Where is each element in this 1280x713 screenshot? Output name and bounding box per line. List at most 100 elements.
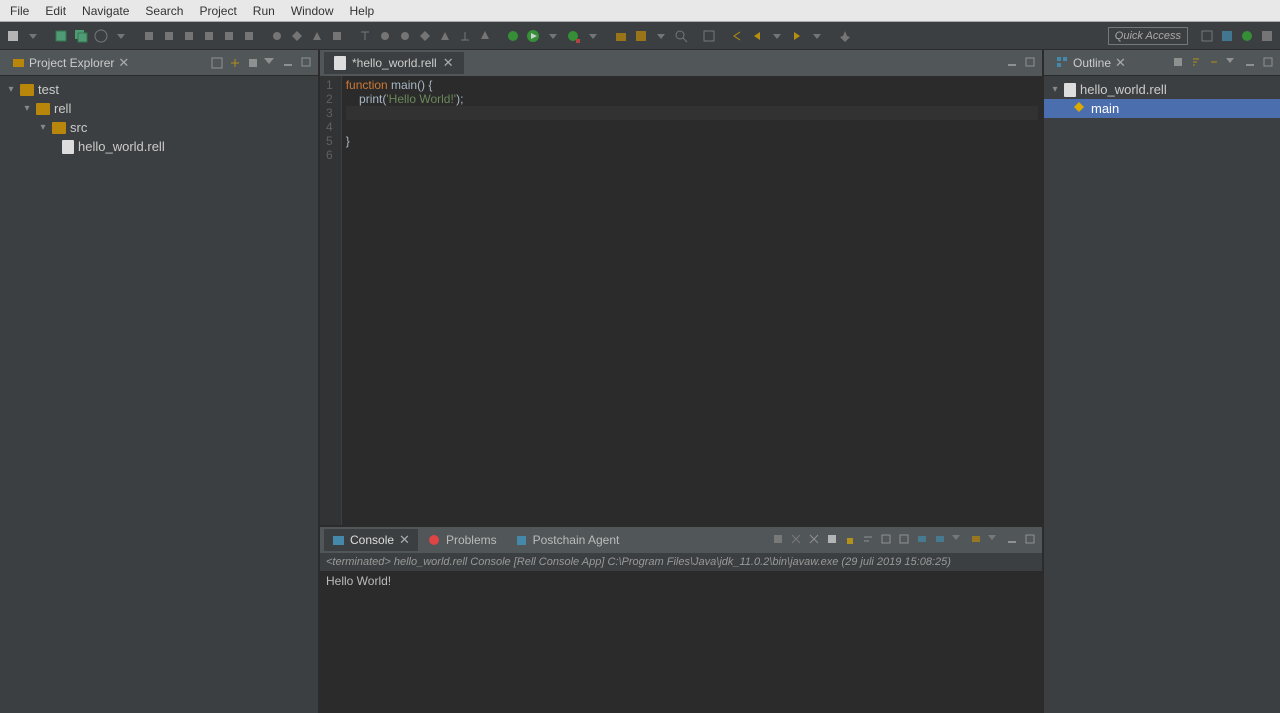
menu-search[interactable]: Search — [139, 2, 189, 20]
dropdown-icon[interactable] — [652, 27, 670, 45]
search-icon[interactable] — [672, 27, 690, 45]
view-menu-icon[interactable] — [1226, 56, 1240, 70]
outline-item-symbol[interactable]: main — [1044, 99, 1280, 118]
new-folder-icon[interactable] — [612, 27, 630, 45]
suspend-icon[interactable] — [200, 27, 218, 45]
terminate-icon[interactable] — [772, 533, 786, 547]
perspective-resource-icon[interactable] — [1258, 27, 1276, 45]
menu-window[interactable]: Window — [285, 2, 340, 20]
outline-item-file[interactable]: ▾ hello_world.rell — [1044, 80, 1280, 99]
terminate-icon[interactable] — [220, 27, 238, 45]
toggle-breakpoint-icon[interactable] — [140, 27, 158, 45]
editor-tab[interactable]: *hello_world.rell ✕ — [324, 52, 464, 74]
menu-project[interactable]: Project — [193, 2, 242, 20]
quick-access-input[interactable]: Quick Access — [1108, 27, 1188, 45]
dropdown-icon[interactable] — [988, 533, 1002, 547]
expand-icon[interactable]: ▾ — [6, 84, 16, 95]
tab-problems[interactable]: Problems — [420, 530, 505, 550]
word-wrap-icon[interactable] — [862, 533, 876, 547]
back-icon[interactable] — [748, 27, 766, 45]
menu-edit[interactable]: Edit — [39, 2, 72, 20]
close-icon[interactable]: ✕ — [1115, 55, 1126, 71]
link-editor-icon[interactable] — [228, 56, 242, 70]
show-console-icon[interactable] — [898, 533, 912, 547]
circle-icon[interactable] — [396, 27, 414, 45]
minimize-icon[interactable] — [282, 56, 296, 70]
close-icon[interactable]: ✕ — [443, 55, 454, 71]
triangle-icon[interactable] — [308, 27, 326, 45]
editor-body[interactable]: 1 2 3 4 5 6 function main() { print('Hel… — [320, 76, 1042, 525]
dropdown-icon[interactable] — [24, 27, 42, 45]
code-content[interactable]: function main() { print('Hello World!');… — [342, 76, 1042, 525]
diamond-icon[interactable] — [288, 27, 306, 45]
close-icon[interactable]: ✕ — [118, 55, 129, 71]
focus-icon[interactable] — [246, 56, 260, 70]
save-icon[interactable] — [52, 27, 70, 45]
maximize-icon[interactable] — [300, 56, 314, 70]
new-console-icon[interactable] — [970, 533, 984, 547]
minimize-icon[interactable] — [1006, 56, 1020, 70]
resume-icon[interactable] — [180, 27, 198, 45]
circle-icon[interactable] — [376, 27, 394, 45]
perspective-icon[interactable] — [1198, 27, 1216, 45]
menu-run[interactable]: Run — [247, 2, 281, 20]
menu-file[interactable]: File — [4, 2, 35, 20]
console-output[interactable]: Hello World! — [320, 572, 1042, 713]
debug-icon[interactable] — [504, 27, 522, 45]
dropdown-icon[interactable] — [952, 533, 966, 547]
outline-tab[interactable]: Outline ✕ — [1048, 52, 1134, 74]
maximize-icon[interactable] — [1262, 56, 1276, 70]
dropdown-icon[interactable] — [808, 27, 826, 45]
view-menu-icon[interactable] — [264, 56, 278, 70]
new-icon[interactable] — [4, 27, 22, 45]
tab-postchain[interactable]: Postchain Agent — [507, 530, 628, 550]
skip-breakpoints-icon[interactable] — [160, 27, 178, 45]
square-icon[interactable] — [328, 27, 346, 45]
drop-icon[interactable] — [476, 27, 494, 45]
project-tree[interactable]: ▾ test ▾ rell ▾ src hello_world.rell — [0, 76, 318, 160]
tree-item-folder[interactable]: ▾ rell — [0, 99, 318, 118]
remove-terminated-icon[interactable] — [790, 533, 804, 547]
globe-icon[interactable] — [92, 27, 110, 45]
perspective-java-icon[interactable] — [1218, 27, 1236, 45]
project-explorer-tab[interactable]: Project Explorer ✕ — [4, 52, 137, 74]
expand-icon[interactable]: ▾ — [38, 122, 48, 133]
dropdown-icon[interactable] — [112, 27, 130, 45]
menu-help[interactable]: Help — [344, 2, 381, 20]
circle-icon[interactable] — [268, 27, 286, 45]
close-icon[interactable]: ✕ — [399, 532, 410, 548]
step-return-icon[interactable] — [456, 27, 474, 45]
perspective-debug-icon[interactable] — [1238, 27, 1256, 45]
link-icon[interactable] — [1208, 56, 1222, 70]
minimize-icon[interactable] — [1006, 533, 1020, 547]
back-history-icon[interactable] — [728, 27, 746, 45]
step-into-icon[interactable] — [356, 27, 374, 45]
dropdown-icon[interactable] — [544, 27, 562, 45]
open-task-icon[interactable] — [700, 27, 718, 45]
dropdown-icon[interactable] — [584, 27, 602, 45]
remove-all-icon[interactable] — [808, 533, 822, 547]
run-last-icon[interactable] — [564, 27, 582, 45]
open-console-icon[interactable] — [934, 533, 948, 547]
focus-icon[interactable] — [1172, 56, 1186, 70]
triangle-icon[interactable] — [436, 27, 454, 45]
collapse-all-icon[interactable] — [210, 56, 224, 70]
pin-console-icon[interactable] — [880, 533, 894, 547]
tree-item-folder[interactable]: ▾ src — [0, 118, 318, 137]
tab-console[interactable]: Console ✕ — [324, 529, 418, 551]
minimize-icon[interactable] — [1244, 56, 1258, 70]
display-selected-icon[interactable] — [916, 533, 930, 547]
scroll-lock-icon[interactable] — [844, 533, 858, 547]
sort-icon[interactable] — [1190, 56, 1204, 70]
clear-console-icon[interactable] — [826, 533, 840, 547]
dropdown-icon[interactable] — [768, 27, 786, 45]
outline-tree[interactable]: ▾ hello_world.rell main — [1044, 76, 1280, 122]
forward-icon[interactable] — [788, 27, 806, 45]
expand-icon[interactable]: ▾ — [22, 103, 32, 114]
save-all-icon[interactable] — [72, 27, 90, 45]
maximize-icon[interactable] — [1024, 533, 1038, 547]
expand-icon[interactable]: ▾ — [1050, 84, 1060, 95]
diamond-icon[interactable] — [416, 27, 434, 45]
run-icon[interactable] — [524, 27, 542, 45]
step-icon[interactable] — [240, 27, 258, 45]
